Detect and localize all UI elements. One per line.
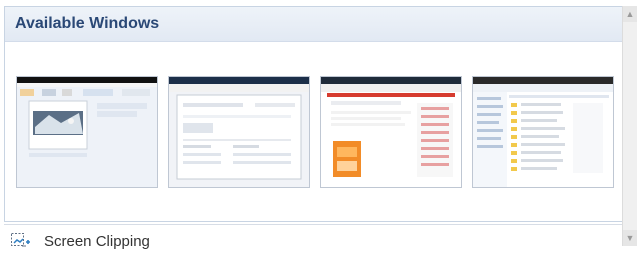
screen-clipping-label: Screen Clipping [44, 232, 150, 250]
available-windows-panel: Available Windows ▲ ▼ Screen Clipping [0, 0, 638, 258]
window-thumbnail-3[interactable] [320, 76, 462, 188]
window-thumbnail-2[interactable] [168, 76, 310, 188]
gallery-divider [4, 224, 622, 225]
gallery-scrollbar[interactable]: ▲ ▼ [622, 6, 637, 246]
chevron-up-icon[interactable]: ▲ [623, 6, 637, 22]
gallery-header: Available Windows [5, 7, 623, 42]
window-thumbnail-1[interactable] [16, 76, 158, 188]
window-thumbnail-4[interactable] [472, 76, 614, 188]
gallery-title: Available Windows [15, 15, 160, 32]
screen-clipping-icon [11, 233, 30, 247]
screen-clipping-button[interactable]: Screen Clipping [10, 230, 150, 252]
chevron-down-icon[interactable]: ▼ [623, 230, 637, 246]
